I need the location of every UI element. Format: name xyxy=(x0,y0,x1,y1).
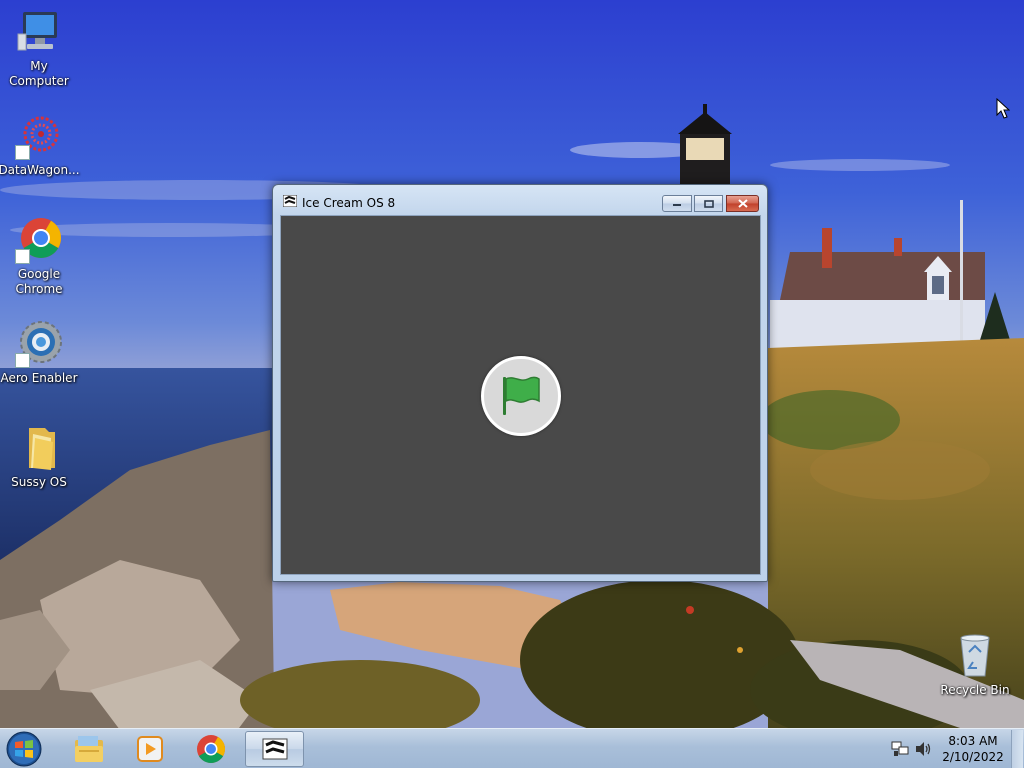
chrome-icon xyxy=(15,216,63,264)
app-content-area[interactable] xyxy=(280,215,761,575)
desktop-icon-aero-enabler[interactable]: Aero Enabler xyxy=(0,320,78,386)
desktop-icon-datawagon[interactable]: DataWagon... xyxy=(0,112,80,178)
shortcut-arrow-icon xyxy=(15,249,30,264)
start-button[interactable] xyxy=(4,730,44,768)
ice-cream-os-icon xyxy=(283,195,297,207)
minimize-button[interactable] xyxy=(662,195,692,212)
gear-icon xyxy=(15,320,63,368)
close-button[interactable] xyxy=(726,195,759,212)
taskbar: 8:03 AM 2/10/2022 xyxy=(0,728,1024,768)
clock-time: 8:03 AM xyxy=(948,734,998,748)
desktop-icon-my-computer[interactable]: My Computer xyxy=(0,8,78,89)
clock-date: 2/10/2022 xyxy=(942,750,1004,764)
media-player-icon xyxy=(137,736,163,762)
desktop-icon-sussy-os[interactable]: Sussy OS xyxy=(0,424,78,490)
app-window[interactable]: Ice Cream OS 8 xyxy=(272,184,768,582)
volume-icon[interactable] xyxy=(914,741,932,757)
desktop-icon-label: Sussy OS xyxy=(11,475,67,489)
computer-icon xyxy=(15,8,63,56)
window-title-bar[interactable]: Ice Cream OS 8 xyxy=(273,185,767,215)
ice-cream-os-icon xyxy=(262,738,287,760)
start-orb-icon xyxy=(6,731,42,767)
datawagon-icon xyxy=(15,112,63,160)
taskbar-clock[interactable]: 8:03 AM 2/10/2022 xyxy=(940,733,1006,765)
taskbar-ice-cream-os[interactable] xyxy=(245,731,304,767)
desktop-icon-google-chrome[interactable]: Google Chrome xyxy=(0,216,78,297)
maximize-icon xyxy=(703,199,714,208)
desktop-icon-label: Google Chrome xyxy=(15,267,63,296)
green-flag-icon xyxy=(503,376,540,415)
folder-icon xyxy=(15,424,63,472)
close-icon xyxy=(737,199,748,208)
recycle-bin-icon xyxy=(951,632,999,680)
desktop-icon-label: My Computer xyxy=(9,59,69,88)
maximize-button[interactable] xyxy=(694,195,723,212)
minimize-icon xyxy=(673,203,681,206)
taskbar-media-player[interactable] xyxy=(121,731,179,767)
taskbar-file-explorer[interactable] xyxy=(60,731,118,767)
desktop-icon-label: Aero Enabler xyxy=(0,371,78,385)
desktop-icon-recycle-bin[interactable]: Recycle Bin xyxy=(936,632,1014,698)
desktop-icon-label: Recycle Bin xyxy=(940,683,1010,697)
network-icon[interactable] xyxy=(891,741,909,757)
start-flag-button[interactable] xyxy=(481,356,561,436)
file-explorer-icon xyxy=(75,736,103,762)
shortcut-arrow-icon xyxy=(15,145,30,160)
system-tray: 8:03 AM 2/10/2022 xyxy=(885,729,1024,768)
shortcut-arrow-icon xyxy=(15,353,30,368)
show-desktop-button[interactable] xyxy=(1011,730,1023,768)
mouse-cursor-icon xyxy=(996,98,1010,119)
window-title: Ice Cream OS 8 xyxy=(302,196,396,210)
taskbar-chrome[interactable] xyxy=(182,731,240,767)
chrome-icon xyxy=(197,735,225,763)
desktop-icon-label: DataWagon... xyxy=(0,163,80,177)
